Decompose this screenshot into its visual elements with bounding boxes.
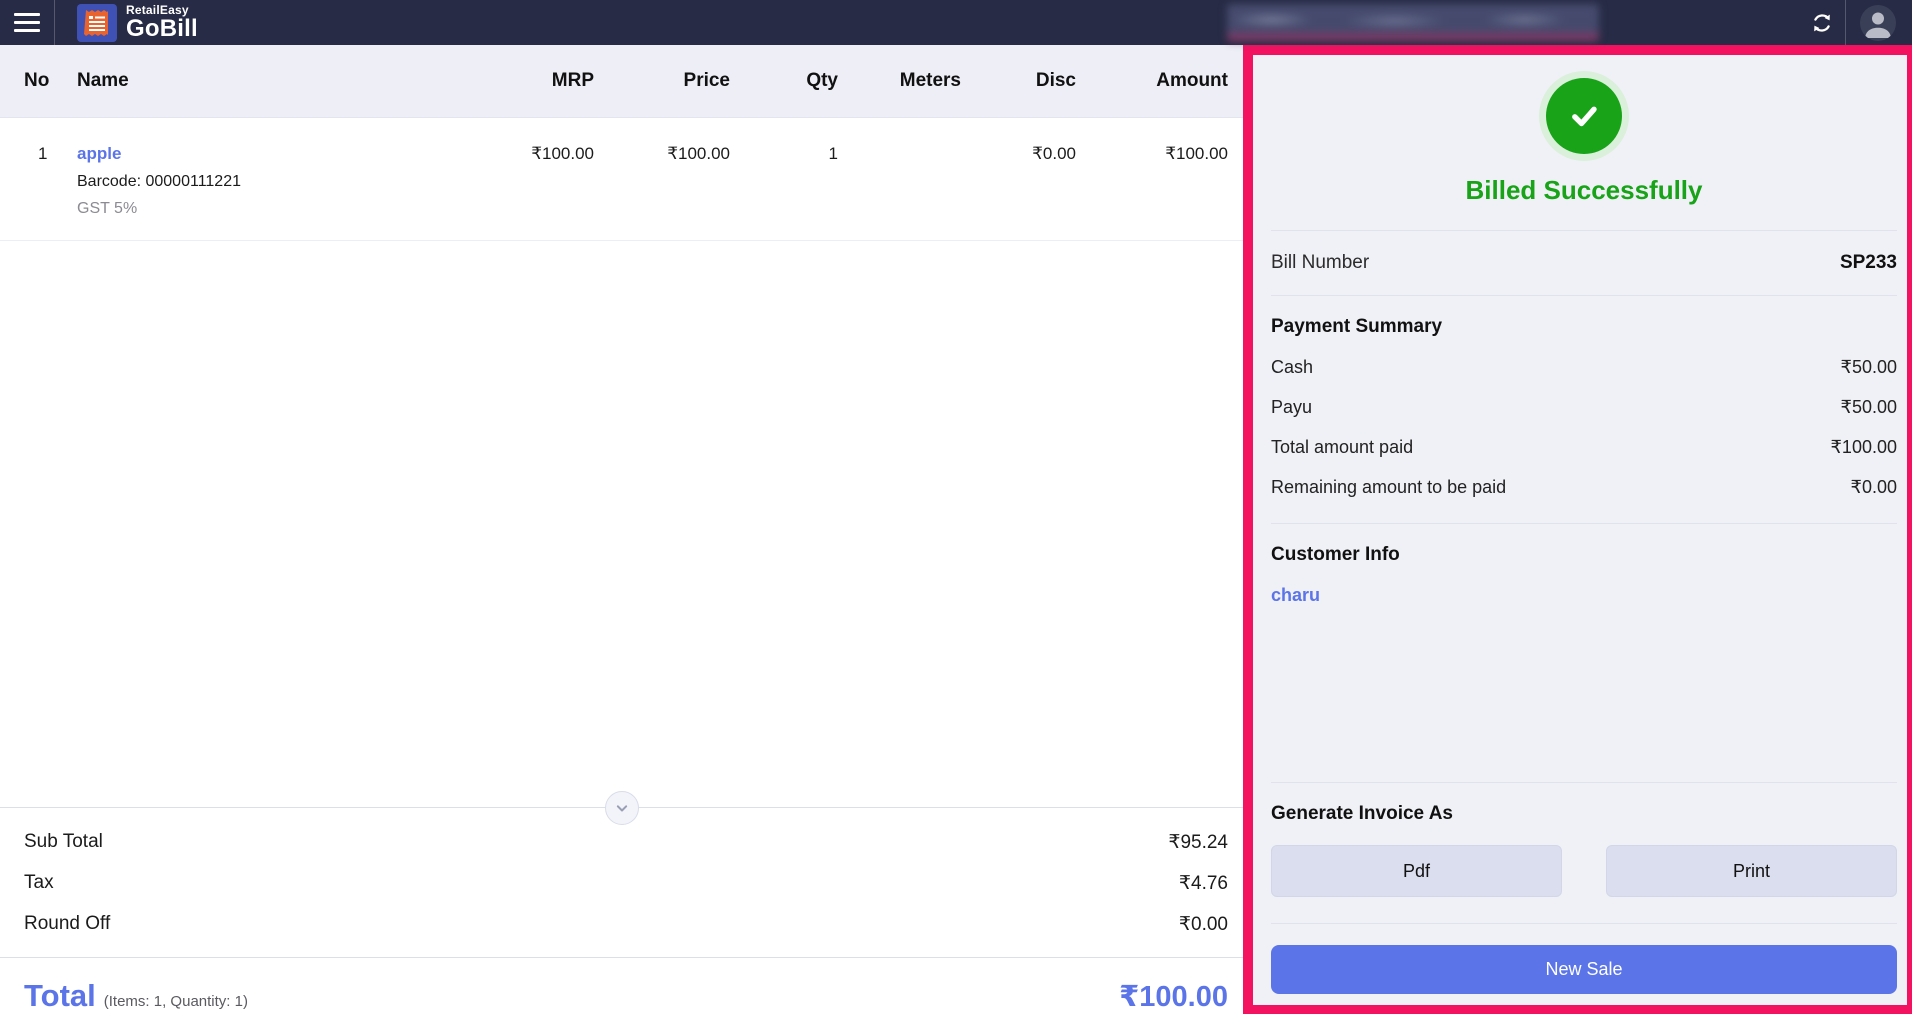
- roundoff-row: Round Off ₹0.00: [24, 904, 1228, 945]
- total-paid-label: Total amount paid: [1271, 436, 1414, 457]
- item-price: ₹100.00: [667, 144, 730, 163]
- subtotal-label: Sub Total: [24, 831, 103, 852]
- item-gst: GST 5%: [77, 200, 138, 217]
- print-button[interactable]: Print: [1606, 845, 1897, 897]
- tax-value: ₹4.76: [1178, 873, 1228, 894]
- payment-row-total-paid: Total amount paid ₹100.00: [1271, 427, 1897, 467]
- payment-summary-section: Payment Summary Cash ₹50.00 Payu ₹50.00 …: [1271, 296, 1897, 523]
- generate-invoice-section: Generate Invoice As Pdf Print: [1271, 783, 1897, 923]
- item-qty: 1: [828, 144, 838, 163]
- bill-number-row: Bill Number SP233: [1271, 231, 1897, 295]
- topbar-divider: [54, 0, 55, 45]
- customer-info-section: Customer Info charu: [1271, 524, 1897, 622]
- top-bar: RetailEasy GoBill: [0, 0, 1912, 45]
- column-header-no: No: [24, 70, 50, 91]
- column-header-price: Price: [683, 70, 730, 91]
- column-header-meters: Meters: [899, 70, 961, 91]
- cash-value: ₹50.00: [1840, 356, 1898, 377]
- column-header-name: Name: [77, 70, 129, 91]
- column-header-mrp: MRP: [551, 70, 594, 91]
- receipt-logo-icon: [77, 3, 117, 42]
- payment-summary-heading: Payment Summary: [1271, 316, 1443, 337]
- items-table-header: No Name MRP Price Qty Meters Disc Amount: [0, 45, 1243, 118]
- payment-row-payu: Payu ₹50.00: [1271, 387, 1897, 427]
- remaining-label: Remaining amount to be paid: [1271, 476, 1507, 497]
- success-check-icon: [1539, 71, 1629, 161]
- generate-invoice-heading: Generate Invoice As: [1271, 803, 1453, 824]
- success-header: Billed Successfully: [1271, 55, 1897, 230]
- brand-logo: RetailEasy GoBill: [77, 3, 198, 42]
- refresh-icon[interactable]: [1799, 0, 1845, 45]
- customer-info-heading: Customer Info: [1271, 544, 1400, 565]
- hamburger-menu-icon[interactable]: [0, 0, 54, 45]
- item-disc: ₹0.00: [1032, 144, 1076, 163]
- redacted-topbar-content: [1227, 3, 1599, 42]
- subtotal-row: Sub Total ₹95.24: [24, 822, 1228, 863]
- bill-number-value: SP233: [1839, 252, 1897, 273]
- brand-name-bottom: GoBill: [126, 15, 198, 42]
- item-number: 1: [38, 144, 48, 163]
- payu-value: ₹50.00: [1840, 396, 1898, 417]
- bill-items-area: No Name MRP Price Qty Meters Disc Amount…: [0, 45, 1243, 1014]
- new-sale-button[interactable]: New Sale: [1271, 945, 1897, 994]
- totals-summary: Sub Total ₹95.24 Tax ₹4.76 Round Off ₹0.…: [0, 808, 1243, 945]
- payu-label: Payu: [1271, 396, 1313, 417]
- column-header-qty: Qty: [806, 70, 838, 91]
- tax-label: Tax: [24, 872, 54, 893]
- remaining-value: ₹0.00: [1850, 476, 1898, 497]
- success-title: Billed Successfully: [1465, 175, 1703, 205]
- total-paid-value: ₹100.00: [1830, 436, 1897, 457]
- user-avatar-icon[interactable]: [1860, 4, 1896, 41]
- item-mrp: ₹100.00: [531, 144, 594, 163]
- pdf-button[interactable]: Pdf: [1271, 845, 1562, 897]
- grand-total-label: Total: [24, 978, 96, 1013]
- roundoff-value: ₹0.00: [1178, 914, 1228, 935]
- bill-number-label: Bill Number: [1271, 252, 1370, 273]
- column-header-amount: Amount: [1156, 70, 1228, 91]
- item-name-link[interactable]: apple: [77, 144, 444, 164]
- grand-total-row: Total (Items: 1, Quantity: 1) ₹100.00: [0, 957, 1243, 1014]
- grand-total-value: ₹100.00: [1119, 981, 1228, 1013]
- table-row: 1 apple Barcode: 00000111221 GST 5% ₹100…: [0, 118, 1243, 241]
- tax-row: Tax ₹4.76: [24, 863, 1228, 904]
- item-amount: ₹100.00: [1165, 144, 1228, 163]
- roundoff-label: Round Off: [24, 913, 111, 934]
- billed-success-panel: Billed Successfully Bill Number SP233 Pa…: [1243, 45, 1912, 1014]
- column-header-disc: Disc: [1035, 70, 1076, 91]
- topbar-divider: [1845, 0, 1846, 45]
- grand-total-meta: (Items: 1, Quantity: 1): [103, 993, 248, 1010]
- customer-name-link[interactable]: charu: [1271, 585, 1897, 606]
- payment-row-remaining: Remaining amount to be paid ₹0.00: [1271, 467, 1897, 507]
- chevron-down-icon[interactable]: [604, 791, 639, 825]
- payment-row-cash: Cash ₹50.00: [1271, 347, 1897, 387]
- item-barcode: Barcode: 00000111221: [77, 173, 241, 190]
- subtotal-value: ₹95.24: [1168, 832, 1228, 853]
- totals-collapse-divider: [0, 791, 1243, 825]
- cash-label: Cash: [1271, 356, 1314, 377]
